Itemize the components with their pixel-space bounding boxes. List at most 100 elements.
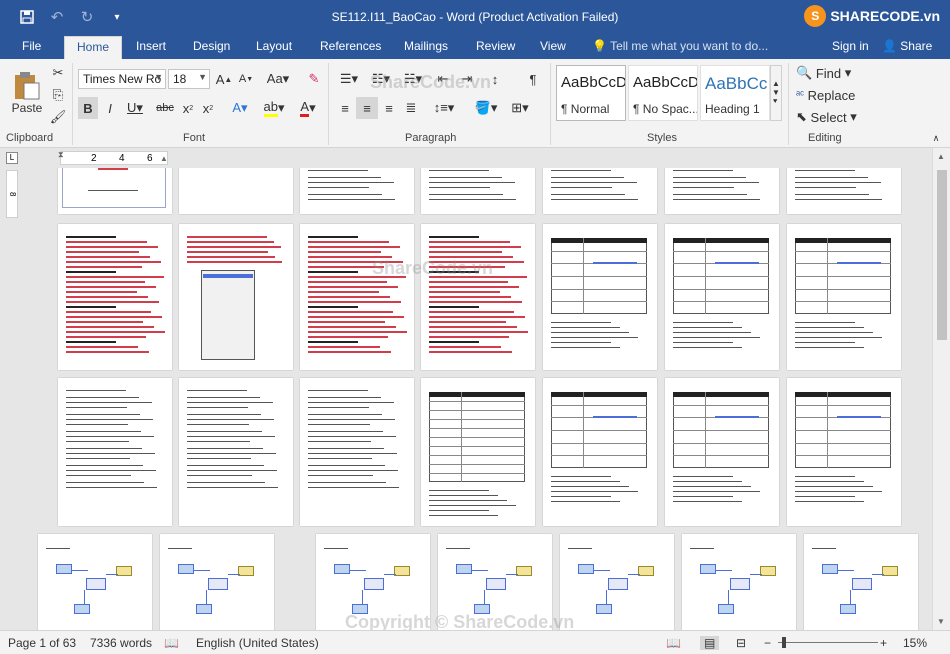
change-case-icon[interactable]: Aa▾ bbox=[262, 69, 294, 89]
web-layout-icon[interactable]: ⊟ bbox=[736, 636, 746, 650]
font-size-combo[interactable]: 18 ▼ bbox=[168, 69, 210, 89]
tab-file[interactable]: File bbox=[14, 36, 49, 59]
font-color-icon[interactable]: A ▾ bbox=[292, 97, 324, 119]
document-page[interactable] bbox=[787, 224, 901, 370]
tab-view[interactable]: View bbox=[532, 36, 574, 59]
document-page[interactable] bbox=[665, 378, 779, 526]
strikethrough-icon[interactable]: abc bbox=[152, 97, 178, 119]
line-spacing-icon[interactable]: ↕≡▾ bbox=[428, 97, 460, 119]
zoom-level[interactable]: 15% bbox=[903, 636, 927, 650]
document-page[interactable] bbox=[787, 378, 901, 526]
align-left-icon[interactable]: ≡ bbox=[334, 97, 356, 119]
zoom-in-icon[interactable]: + bbox=[880, 636, 887, 650]
borders-icon[interactable]: ⊞▾ bbox=[504, 97, 536, 119]
subscript-icon[interactable]: x2 bbox=[178, 97, 198, 119]
document-page[interactable] bbox=[58, 168, 172, 214]
style-no-spacing[interactable]: AaBbCcDc ¶ No Spac... bbox=[628, 65, 698, 121]
tab-selector-icon[interactable]: L bbox=[6, 152, 18, 164]
bold-icon[interactable]: B bbox=[78, 97, 98, 119]
document-page[interactable] bbox=[665, 224, 779, 370]
zoom-slider-thumb[interactable] bbox=[782, 637, 786, 648]
page-count[interactable]: Page 1 of 63 bbox=[8, 636, 76, 650]
tab-design[interactable]: Design bbox=[185, 36, 238, 59]
document-page[interactable] bbox=[179, 378, 293, 526]
document-page[interactable] bbox=[160, 534, 274, 630]
scrollbar-thumb[interactable] bbox=[937, 170, 947, 340]
text-line bbox=[673, 177, 746, 178]
table-rule bbox=[795, 276, 891, 277]
text-line bbox=[66, 296, 148, 298]
sign-in-link[interactable]: Sign in bbox=[832, 39, 869, 53]
paste-button[interactable]: Paste bbox=[8, 63, 46, 123]
right-indent-marker-icon[interactable]: ▲ bbox=[160, 154, 168, 163]
document-page[interactable] bbox=[179, 224, 293, 370]
grow-font-icon[interactable]: A ▲ bbox=[214, 69, 234, 89]
style-normal[interactable]: AaBbCcDc ¶ Normal bbox=[556, 65, 626, 121]
shading-icon[interactable]: 🪣▾ bbox=[470, 97, 502, 119]
justify-icon[interactable]: ≣ bbox=[400, 97, 422, 119]
zoom-slider[interactable] bbox=[778, 642, 878, 643]
cut-icon[interactable]: ✂ bbox=[48, 63, 68, 83]
highlight-icon[interactable]: ab ▾ bbox=[258, 97, 290, 119]
document-page[interactable] bbox=[38, 534, 152, 630]
show-formatting-icon[interactable]: ¶ bbox=[522, 69, 544, 89]
vertical-scrollbar[interactable]: ▲ ▼ bbox=[932, 148, 950, 630]
style-heading-1[interactable]: AaBbCc Heading 1 bbox=[700, 65, 770, 121]
document-canvas[interactable] bbox=[24, 168, 932, 630]
scroll-up-icon[interactable]: ▲ bbox=[937, 152, 945, 161]
font-name-combo[interactable]: Times New Ro ▼ bbox=[78, 69, 166, 89]
link-line bbox=[715, 262, 759, 264]
format-painter-icon[interactable]: 🖌 bbox=[48, 107, 68, 127]
clear-formatting-icon[interactable]: ✎ bbox=[302, 69, 326, 89]
copy-icon[interactable]: ⎘ bbox=[48, 85, 68, 105]
document-page[interactable] bbox=[543, 224, 657, 370]
tab-insert[interactable]: Insert bbox=[128, 36, 174, 59]
select-button[interactable]: ⬉ Select ▾ bbox=[796, 107, 866, 127]
document-page[interactable] bbox=[787, 168, 901, 214]
tab-home[interactable]: Home bbox=[64, 36, 122, 59]
align-center-icon[interactable]: ≡ bbox=[356, 97, 378, 119]
text-line bbox=[308, 271, 358, 273]
find-button[interactable]: 🔍 Find ▾ bbox=[796, 63, 866, 83]
document-page[interactable] bbox=[804, 534, 918, 630]
document-page[interactable] bbox=[58, 224, 172, 370]
superscript-icon[interactable]: x2 bbox=[198, 97, 218, 119]
scroll-down-icon[interactable]: ▼ bbox=[937, 617, 945, 626]
document-page[interactable] bbox=[682, 534, 796, 630]
document-page[interactable] bbox=[543, 168, 657, 214]
print-layout-icon[interactable]: ▤ bbox=[700, 636, 720, 650]
document-page[interactable] bbox=[543, 378, 657, 526]
underline-icon[interactable]: U▾ bbox=[122, 97, 148, 119]
proofing-icon[interactable]: 📖 bbox=[164, 636, 179, 650]
text-effects-icon[interactable]: A▾ bbox=[226, 97, 254, 119]
document-page[interactable] bbox=[58, 378, 172, 526]
document-page[interactable] bbox=[665, 168, 779, 214]
shrink-font-icon[interactable]: A ▼ bbox=[236, 69, 256, 89]
document-page[interactable] bbox=[560, 534, 674, 630]
italic-icon[interactable]: I bbox=[100, 97, 120, 119]
tell-me-search[interactable]: 💡 Tell me what you want to do... bbox=[592, 39, 768, 53]
style-sample: AaBbCcDc bbox=[561, 74, 625, 91]
tab-references[interactable]: References bbox=[312, 36, 389, 59]
bullets-icon[interactable]: ☰▾ bbox=[334, 69, 364, 89]
document-page[interactable] bbox=[300, 224, 414, 370]
replace-button[interactable]: ᵃᶜ Replace bbox=[796, 85, 866, 105]
language-indicator[interactable]: English (United States) bbox=[196, 636, 319, 650]
indent-marker-icon[interactable]: ⧗ bbox=[58, 150, 64, 160]
align-right-icon[interactable]: ≡ bbox=[378, 97, 400, 119]
read-mode-icon[interactable]: 📖 bbox=[666, 636, 681, 650]
document-page[interactable] bbox=[300, 378, 414, 526]
tab-mailings[interactable]: Mailings bbox=[396, 36, 456, 59]
collapse-ribbon-icon[interactable]: ∧ bbox=[928, 131, 944, 145]
styles-gallery-scroll-icon[interactable]: ▲ ▼ ⯆ bbox=[770, 65, 782, 121]
zoom-out-icon[interactable]: − bbox=[764, 636, 771, 650]
share-button[interactable]: 👤 Share bbox=[882, 39, 932, 53]
document-page[interactable] bbox=[179, 168, 293, 214]
word-count[interactable]: 7336 words bbox=[90, 636, 152, 650]
tab-layout[interactable]: Layout bbox=[248, 36, 300, 59]
document-page[interactable] bbox=[300, 168, 414, 214]
document-page[interactable] bbox=[421, 378, 535, 526]
document-page[interactable] bbox=[421, 224, 535, 370]
document-page[interactable] bbox=[421, 168, 535, 214]
tab-review[interactable]: Review bbox=[468, 36, 523, 59]
